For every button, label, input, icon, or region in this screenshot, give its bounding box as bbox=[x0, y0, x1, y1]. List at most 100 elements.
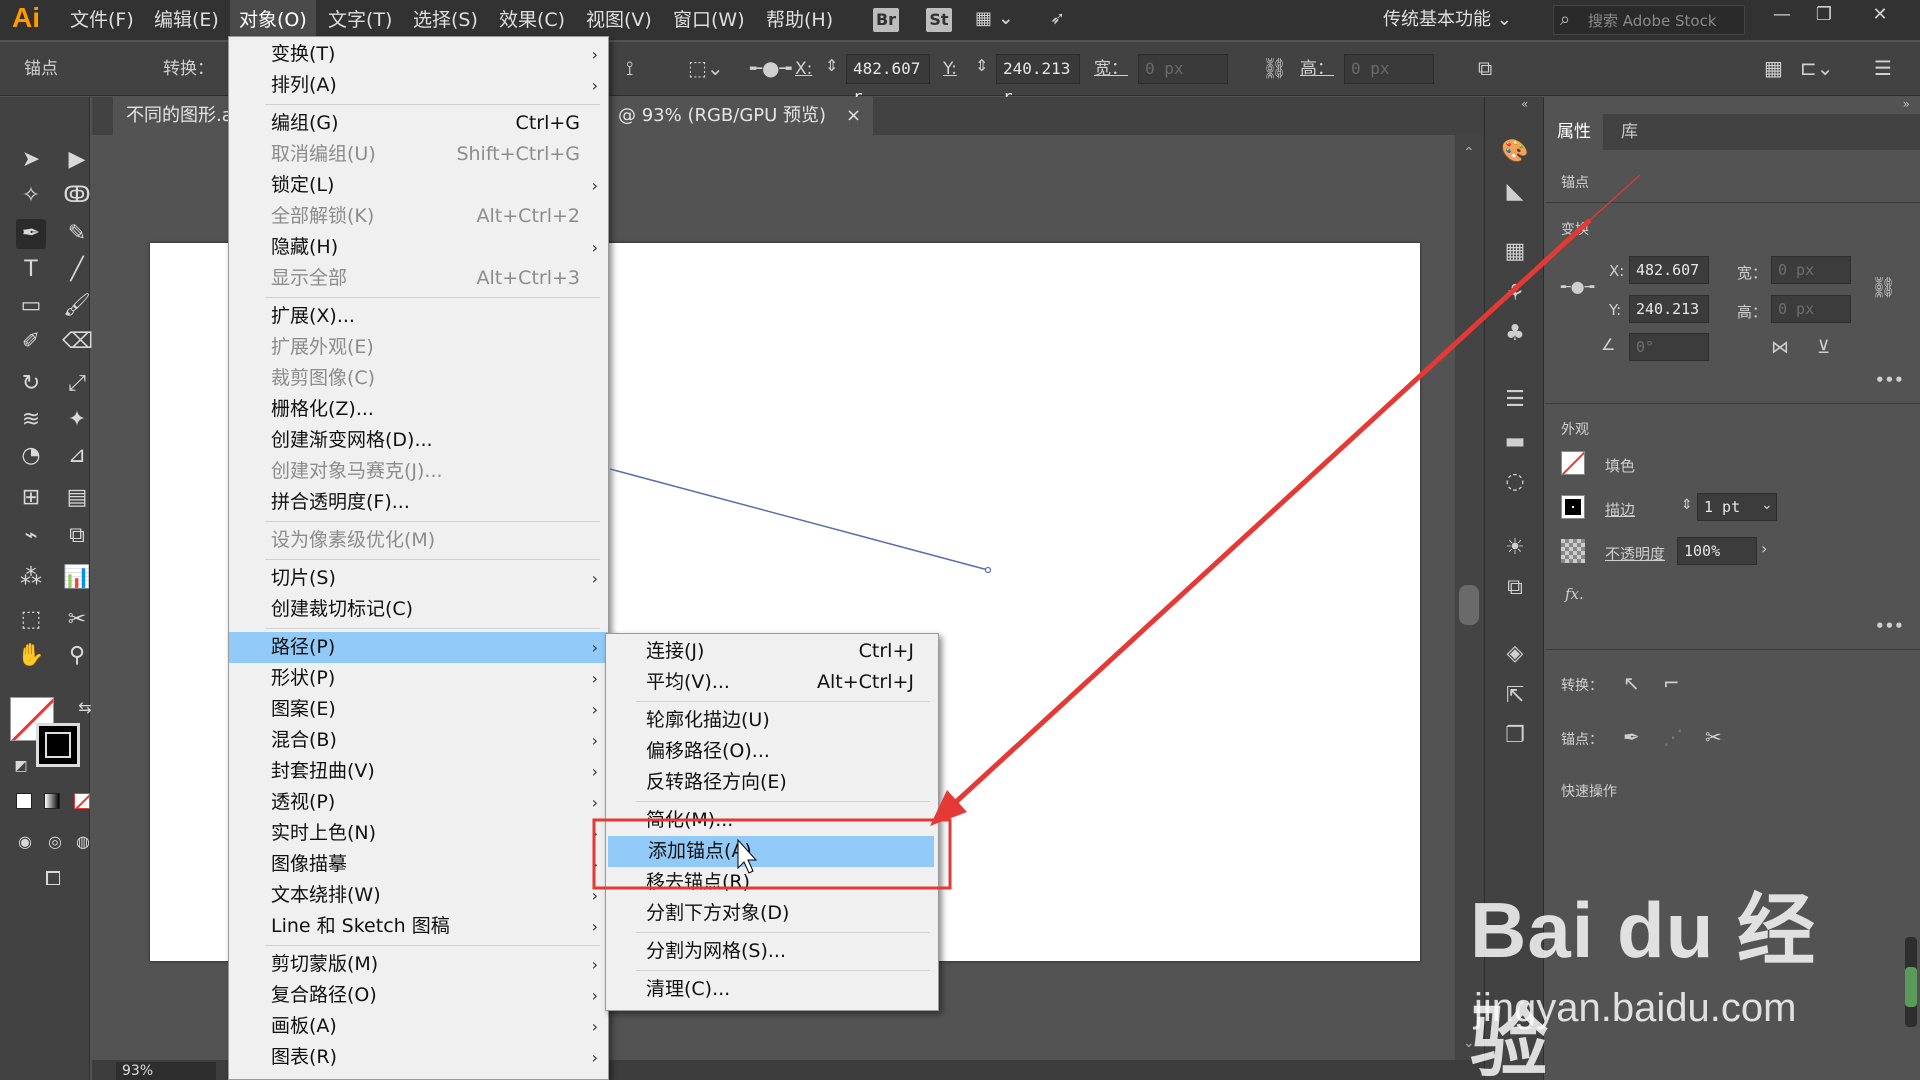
x-field[interactable]: 482.607 r bbox=[846, 54, 930, 106]
slice-tool-icon[interactable]: ✂ bbox=[62, 605, 92, 635]
arrange-documents-icon[interactable]: ▦ ⌄ bbox=[975, 8, 1013, 32]
path-menu-item[interactable]: 轮廓化描边(U) bbox=[606, 705, 938, 736]
y-stepper-icon[interactable]: ⇕ bbox=[975, 56, 988, 75]
restore-icon[interactable]: ❐ bbox=[1802, 0, 1846, 32]
color-panel-icon[interactable]: 🎨 bbox=[1500, 137, 1530, 167]
hand-tool-icon[interactable]: ✋ bbox=[16, 641, 46, 671]
appearance-icon[interactable]: ☀ bbox=[1500, 533, 1530, 563]
object-menu-item[interactable]: 实时上色(N) › bbox=[229, 818, 608, 849]
object-menu-item[interactable]: 创建裁切标记(C) bbox=[229, 594, 608, 625]
path-menu-item[interactable]: 偏移路径(O)... bbox=[606, 736, 938, 767]
object-menu-item[interactable]: 锁定(L) › bbox=[229, 170, 608, 201]
graph-tool-icon[interactable]: 📊 bbox=[62, 563, 92, 593]
perspective-grid-icon[interactable]: ⊿ bbox=[62, 441, 92, 471]
object-menu-item[interactable]: 图案(E) › bbox=[229, 694, 608, 725]
menu-effect[interactable]: 效果(C) bbox=[499, 0, 565, 40]
cut-path-icon[interactable]: ⟟ bbox=[626, 56, 633, 80]
object-menu-item[interactable]: 图表(R) › bbox=[229, 1042, 608, 1073]
more-options-icon[interactable]: ••• bbox=[1875, 617, 1904, 635]
color-mode-icon[interactable] bbox=[16, 793, 32, 809]
panel-y-field[interactable]: 240.213 bbox=[1629, 295, 1709, 323]
object-menu-item[interactable]: 混合(B) › bbox=[229, 725, 608, 756]
object-menu-item[interactable]: 隐藏(H) › bbox=[229, 232, 608, 263]
tab-close-icon[interactable]: × bbox=[846, 97, 861, 135]
export-icon[interactable]: ⇱ bbox=[1500, 681, 1530, 711]
rectangle-tool-icon[interactable]: ▭ bbox=[16, 291, 46, 321]
puppet-warp-icon[interactable]: ✦ bbox=[62, 405, 92, 435]
constrain-link-icon[interactable]: ⛓ bbox=[1262, 56, 1287, 80]
constrain-proportions-icon[interactable]: ⛓ bbox=[1871, 275, 1896, 299]
symbol-sprayer-icon[interactable]: ⁂ bbox=[16, 563, 46, 593]
color-guide-icon[interactable]: ◣ bbox=[1500, 177, 1530, 207]
close-icon[interactable]: ✕ bbox=[1858, 0, 1902, 32]
menu-edit[interactable]: 编辑(E) bbox=[154, 0, 219, 40]
stroke-label[interactable]: 描边 bbox=[1605, 499, 1635, 520]
menu-view[interactable]: 视图(V) bbox=[586, 0, 652, 40]
grid-icon[interactable]: ▦ bbox=[1764, 56, 1783, 80]
panel-x-field[interactable]: 482.607 bbox=[1629, 256, 1709, 284]
artboard-tool-icon[interactable]: ⬚ bbox=[16, 605, 46, 635]
object-menu-item[interactable]: 拼合透明度(F)... bbox=[229, 487, 608, 518]
align-anchor-icon[interactable]: ╾●╼ bbox=[750, 56, 792, 80]
more-options-icon[interactable]: ••• bbox=[1875, 371, 1904, 389]
cut-anchor-icon[interactable]: ✂ bbox=[1705, 725, 1722, 749]
stock-search-input[interactable]: ⌕ 搜索 Adobe Stock bbox=[1553, 5, 1745, 35]
convert-corner-icon[interactable]: ↖ bbox=[1623, 671, 1640, 695]
magic-wand-icon[interactable]: ✧ bbox=[16, 181, 46, 211]
artboards-icon[interactable]: ❐ bbox=[1500, 721, 1530, 751]
expand-panel-icon[interactable]: » bbox=[1903, 97, 1910, 111]
selection-tool-icon[interactable]: ➤ bbox=[16, 145, 46, 175]
default-colors-icon[interactable]: ◩ bbox=[6, 751, 36, 781]
x-stepper-icon[interactable]: ⇕ bbox=[825, 56, 838, 75]
zoom-tool-icon[interactable]: ⚲ bbox=[62, 641, 92, 671]
object-menu-item[interactable]: 剪切蒙版(M) › bbox=[229, 949, 608, 980]
reference-point-icon[interactable]: ⬚⌄ bbox=[688, 56, 724, 80]
workspace-switcher[interactable]: 传统基本功能 ⌄ bbox=[1383, 0, 1512, 40]
paintbrush-icon[interactable]: 🖌 bbox=[62, 291, 92, 321]
transparency-icon[interactable]: ◌ bbox=[1500, 467, 1530, 497]
object-menu-item[interactable]: 文本绕排(W) › bbox=[229, 880, 608, 911]
remove-anchor-icon[interactable]: ✒ bbox=[1623, 725, 1640, 749]
add-anchor-point-tool-icon[interactable]: ✒ bbox=[16, 219, 46, 249]
shape-builder-icon[interactable]: ◔ bbox=[16, 441, 46, 471]
brushes-icon[interactable]: ⚘ bbox=[1500, 279, 1530, 309]
swap-colors-icon[interactable]: ⇆ bbox=[70, 693, 100, 723]
stroke-swatch[interactable] bbox=[36, 723, 80, 767]
object-menu-item[interactable]: 封套扭曲(V) › bbox=[229, 756, 608, 787]
path-menu-item[interactable]: 移去锚点(R) bbox=[606, 867, 938, 898]
path-menu-item[interactable]: 连接(J) Ctrl+J bbox=[606, 636, 938, 667]
path-menu-item[interactable]: 清理(C)... bbox=[606, 974, 938, 1005]
path-menu-item[interactable]: 分割为网格(S)... bbox=[606, 936, 938, 967]
object-menu-item[interactable]: 画板(A) › bbox=[229, 1011, 608, 1042]
shaper-tool-icon[interactable]: ✐ bbox=[16, 327, 46, 357]
object-menu-item[interactable]: 排列(A) › bbox=[229, 70, 608, 101]
pen-tool-icon[interactable]: ✎ bbox=[62, 219, 92, 249]
tab-libraries[interactable]: 库 bbox=[1609, 114, 1650, 150]
object-menu-item[interactable]: 扩展(X)... bbox=[229, 301, 608, 332]
swatches-icon[interactable]: ▦ bbox=[1500, 237, 1530, 267]
path-menu-item[interactable]: 平均(V)... Alt+Ctrl+J bbox=[606, 667, 938, 698]
draw-normal-icon[interactable]: ◉ bbox=[10, 827, 40, 857]
object-menu-item[interactable]: 创建渐变网格(D)... bbox=[229, 425, 608, 456]
symbols-icon[interactable]: ♣ bbox=[1500, 319, 1530, 349]
fx-label[interactable]: fx. bbox=[1565, 585, 1584, 603]
stock-icon[interactable]: St bbox=[926, 8, 952, 32]
fill-none-swatch[interactable] bbox=[1561, 451, 1585, 475]
type-tool-icon[interactable]: T bbox=[16, 255, 46, 285]
menu-type[interactable]: 文字(T) bbox=[328, 0, 392, 40]
menu-object[interactable]: 对象(O) bbox=[230, 0, 316, 40]
path-menu-item[interactable]: 添加锚点(A) bbox=[608, 836, 934, 867]
stroke-dropdown-icon[interactable]: ⌄ bbox=[1761, 497, 1773, 513]
stroke-black-swatch[interactable] bbox=[1561, 495, 1585, 519]
menu-select[interactable]: 选择(S) bbox=[413, 0, 478, 40]
mesh-tool-icon[interactable]: ⊞ bbox=[16, 483, 46, 513]
path-menu-item[interactable]: 简化(M)... bbox=[606, 805, 938, 836]
opacity-expand-icon[interactable]: › bbox=[1761, 539, 1767, 558]
object-menu-item[interactable]: 变换(T) › bbox=[229, 39, 608, 70]
stroke-panel-icon[interactable]: ☰ bbox=[1500, 385, 1530, 415]
convert-smooth-icon[interactable]: ⌐ bbox=[1663, 671, 1680, 695]
panel-scrollbar[interactable] bbox=[1905, 937, 1917, 1027]
scale-tool-icon[interactable]: ⤢ bbox=[62, 369, 92, 399]
layers-icon[interactable]: ◈ bbox=[1500, 639, 1530, 669]
panel-width-field[interactable]: 0 px bbox=[1771, 256, 1851, 284]
